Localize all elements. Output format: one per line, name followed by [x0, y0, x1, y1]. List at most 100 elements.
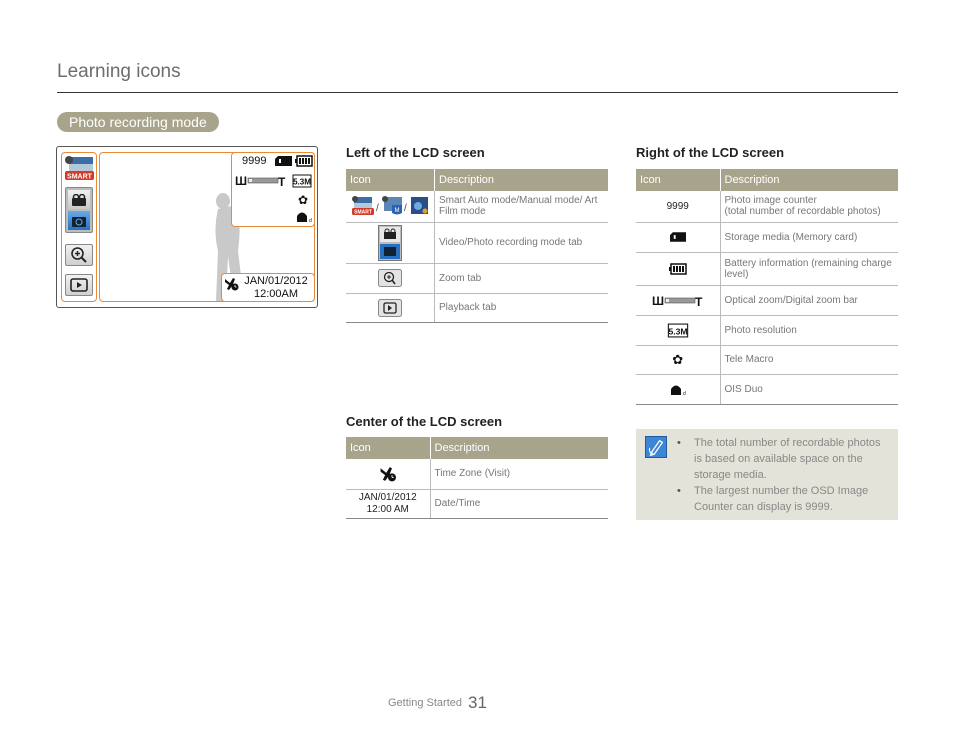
page-footer: Getting Started 31	[388, 693, 487, 713]
playback-icon	[70, 278, 88, 292]
row-description: Time Zone (Visit)	[430, 459, 608, 490]
table-row: 9999 Photo image counter (total number o…	[636, 191, 898, 223]
center-icons-table: Icon Description Time Zone (Visit) JAN/0…	[346, 437, 608, 519]
photo-mode-icon[interactable]	[68, 211, 90, 230]
col-icon: Icon	[346, 169, 435, 191]
svg-text:T: T	[278, 175, 286, 187]
table-row: Storage media (Memory card)	[636, 222, 898, 253]
lcd-date: JAN/01/2012	[244, 275, 308, 287]
col-description: Description	[719, 169, 898, 191]
tele-macro-icon: ✿	[298, 193, 309, 207]
svg-text:5.3M: 5.3M	[293, 178, 311, 187]
table-row: Video/Photo recording mode tab	[346, 222, 608, 264]
note-item: The largest number the OSD Image Counter…	[677, 483, 890, 515]
zoom-icon	[71, 247, 87, 263]
col-icon: Icon	[636, 169, 720, 191]
table-row: Zoom tab	[346, 263, 608, 294]
table-row: ✿ Tele Macro	[636, 345, 898, 375]
time-zone-visit-icon	[346, 459, 431, 490]
row-description: OIS Duo	[720, 374, 898, 405]
footer-section: Getting Started	[388, 697, 462, 709]
battery-icon	[636, 252, 721, 286]
col-icon: Icon	[346, 437, 430, 459]
memory-card-icon	[275, 156, 292, 166]
photo-resolution-icon: 5.3M	[292, 174, 312, 188]
svg-text:Ш: Ш	[235, 174, 247, 187]
zoom-bar-icon: ШT	[235, 174, 286, 187]
time-zone-visit-icon	[225, 278, 239, 291]
row-description: Photo image counter (total number of rec…	[720, 191, 898, 223]
svg-text:/: /	[404, 203, 407, 214]
row-description: Photo resolution	[720, 315, 898, 346]
svg-text:d: d	[683, 391, 686, 396]
row-description: Tele Macro	[720, 345, 898, 375]
left-icons-table: Icon Description SMART / M / Smart Auto …	[346, 169, 608, 323]
svg-text:T: T	[695, 295, 703, 307]
lcd-illustration: SMART 9999 ШT 5.3M ✿ d JAN/01/2012 12:00…	[56, 146, 318, 308]
col-description: Description	[434, 169, 608, 191]
row-description: Battery information (remaining charge le…	[720, 252, 898, 286]
section-pill: Photo recording mode	[57, 112, 219, 132]
lcd-datetime-area: JAN/01/2012 12:00AM	[221, 273, 315, 302]
table-row: Battery information (remaining charge le…	[636, 252, 898, 286]
smart-manual-artfilm-icons: SMART / M /	[346, 191, 435, 223]
ois-duo-icon: d	[297, 212, 312, 223]
row-description: Video/Photo recording mode tab	[434, 222, 608, 264]
desc-line-1: Photo image counter	[724, 195, 817, 207]
zoom-tab-icon	[346, 263, 435, 294]
lcd-right-area: 9999 ШT 5.3M ✿ d	[231, 152, 315, 227]
desc-line-2: (total number of recordable photos)	[724, 206, 881, 218]
table-row: ШT Optical zoom/Digital zoom bar	[636, 285, 898, 316]
svg-text:/: /	[376, 203, 379, 214]
svg-text:d: d	[309, 218, 312, 223]
row-description: Date/Time	[430, 489, 608, 519]
table-row: Time Zone (Visit)	[346, 459, 608, 490]
memory-card-icon	[636, 222, 721, 253]
svg-text:SMART: SMART	[354, 210, 372, 216]
svg-text:M: M	[395, 208, 400, 214]
title-rule	[57, 92, 898, 93]
battery-icon	[295, 155, 313, 167]
col-description: Description	[429, 437, 608, 459]
datetime-icon-text: JAN/01/2012 12:00 AM	[346, 489, 431, 519]
ois-duo-icon: d	[636, 374, 721, 405]
row-description: Playback tab	[434, 293, 608, 323]
lcd-time: 12:00AM	[253, 288, 299, 300]
video-mode-icon[interactable]	[68, 190, 90, 209]
table-row: 5.3M Photo resolution	[636, 315, 898, 346]
right-table-heading: Right of the LCD screen	[636, 145, 785, 160]
smart-auto-mode-icon[interactable]: SMART	[64, 155, 95, 181]
note-item: The total number of recordable photos is…	[677, 435, 890, 483]
left-table-heading: Left of the LCD screen	[346, 145, 485, 160]
table-row: d OIS Duo	[636, 374, 898, 405]
center-table-heading: Center of the LCD screen	[346, 414, 503, 429]
table-row: JAN/01/2012 12:00 AM Date/Time	[346, 489, 608, 519]
zoom-tab-button[interactable]	[65, 244, 93, 266]
note-pencil-icon	[645, 436, 667, 458]
photo-counter-text: 9999	[636, 191, 721, 223]
note-list: The total number of recordable photos is…	[677, 435, 890, 515]
svg-text:SMART: SMART	[67, 174, 93, 181]
row-description: Zoom tab	[434, 263, 608, 294]
photo-resolution-icon: 5.3M	[636, 315, 721, 346]
video-photo-tab[interactable]	[65, 187, 93, 233]
svg-text:5.3M: 5.3M	[668, 326, 687, 336]
zoom-bar-icon: ШT	[636, 285, 721, 316]
photo-counter: 9999	[242, 155, 267, 167]
tele-macro-icon: ✿	[636, 345, 721, 375]
page-title: Learning icons	[57, 61, 181, 82]
date-text: JAN/01/2012	[358, 491, 417, 503]
table-row: SMART / M / Smart Auto mode/Manual mode/…	[346, 191, 608, 223]
video-photo-tab-icon	[346, 222, 435, 264]
playback-tab-icon	[346, 293, 435, 323]
playback-tab-button[interactable]	[65, 274, 93, 296]
lcd-left-strip: SMART	[61, 152, 97, 302]
page-number: 31	[468, 693, 487, 712]
note-box: The total number of recordable photos is…	[636, 429, 898, 520]
row-description: Smart Auto mode/Manual mode/ Art Film mo…	[434, 191, 608, 223]
svg-text:Ш: Ш	[652, 294, 664, 307]
row-description: Storage media (Memory card)	[720, 222, 898, 253]
table-row: Playback tab	[346, 293, 608, 323]
time-text: 12:00 AM	[366, 503, 409, 515]
row-description: Optical zoom/Digital zoom bar	[720, 285, 898, 316]
